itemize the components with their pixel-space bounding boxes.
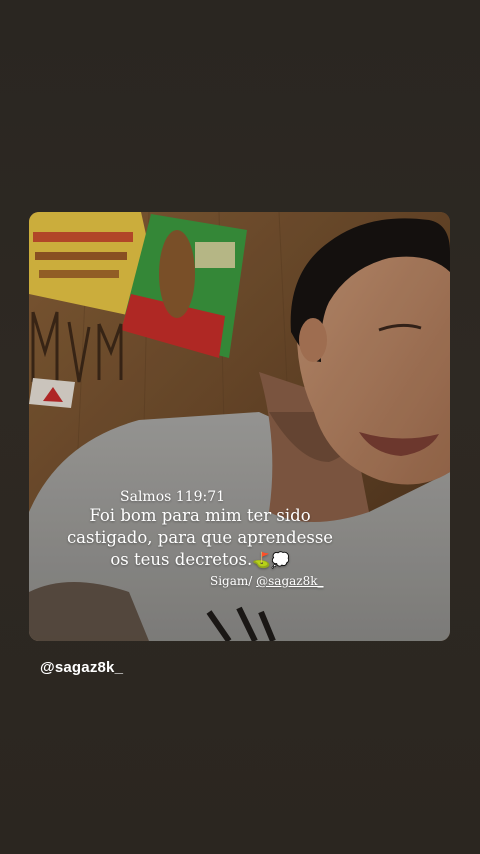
quote-line: os teus decretos.⛳💭 [50, 549, 350, 571]
quote-line: castigado, para que aprendesse [66, 528, 334, 547]
follow-handle-mention[interactable]: @sagaz8k_ [256, 574, 323, 588]
follow-caption: Sigam/ @sagaz8k_ [210, 574, 324, 588]
follow-prefix: Sigam/ [210, 574, 257, 588]
quote-reference: Salmos 119:71 [120, 489, 226, 505]
quote-line-text: os teus decretos. [110, 550, 253, 569]
golf-thought-emoji: ⛳💭 [252, 551, 290, 569]
username-label[interactable]: @sagaz8k_ [40, 659, 123, 676]
quote-text: Foi bom para mim ter sido castigado, par… [50, 505, 350, 571]
quote-line: Foi bom para mim ter sido [89, 506, 311, 525]
